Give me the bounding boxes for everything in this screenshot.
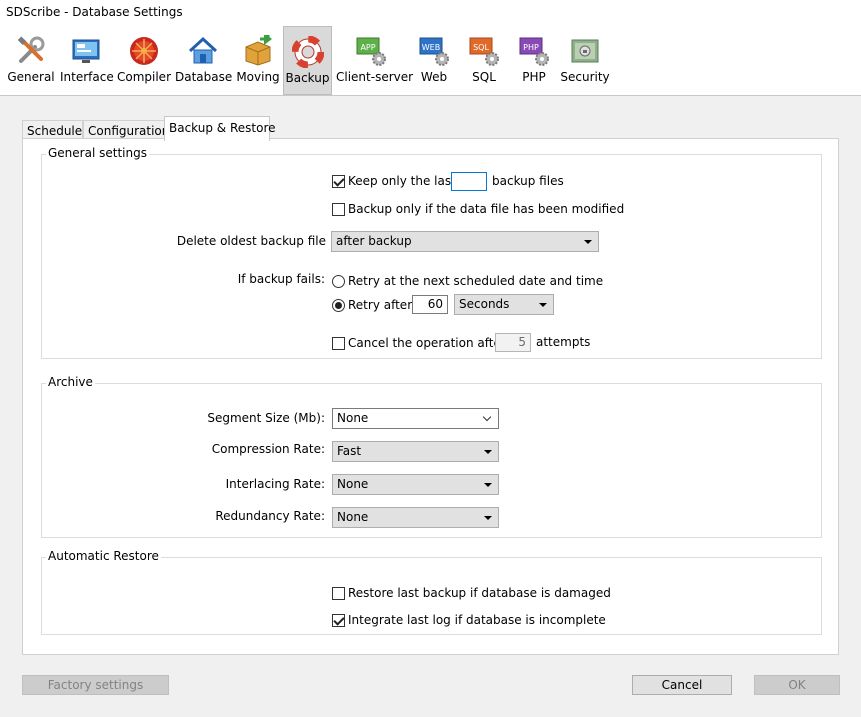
- cancel-after-label: Cancel the operation after: [348, 336, 506, 350]
- tab-scheduler[interactable]: Scheduler: [22, 120, 87, 140]
- only-modified-checkbox[interactable]: [332, 203, 345, 216]
- app-gear-icon: APP: [356, 37, 386, 66]
- toolbar-database[interactable]: Database: [175, 26, 233, 95]
- toolbar-security[interactable]: Security: [560, 26, 610, 95]
- interlacing-rate-select[interactable]: None: [332, 474, 499, 495]
- keep-last-checkbox[interactable]: [332, 175, 345, 188]
- cancel-attempts-suffix: attempts: [536, 335, 591, 349]
- toolbar-label: Backup: [285, 71, 330, 85]
- cancel-button[interactable]: Cancel: [632, 675, 732, 695]
- group-title: Archive: [46, 375, 95, 389]
- dropdown-arrow-icon: [484, 450, 492, 454]
- tab-backup-restore[interactable]: Backup & Restore: [164, 116, 276, 141]
- toolbar-web[interactable]: WEB Web: [412, 26, 456, 95]
- moving-box-icon: [245, 35, 272, 66]
- select-value: after backup: [336, 234, 412, 248]
- segment-size-label: Segment Size (Mb):: [207, 411, 325, 425]
- php-gear-icon: PHP: [519, 37, 549, 66]
- retry-unit-select[interactable]: Seconds: [454, 294, 554, 315]
- security-icon: [571, 39, 599, 63]
- select-value: Fast: [337, 444, 362, 458]
- toolbar-interface[interactable]: Interface: [60, 26, 114, 95]
- group-title: General settings: [46, 146, 149, 160]
- toolbar-label: Database: [175, 70, 233, 84]
- toolbar-label: SQL: [472, 70, 496, 84]
- toolbar-label: Interface: [60, 70, 114, 84]
- toolbar-label: Security: [560, 70, 610, 84]
- window-title: SDScribe - Database Settings: [6, 5, 183, 19]
- toolbar-compiler[interactable]: Compiler: [115, 26, 173, 95]
- group-general-settings: General settings Keep only the last back…: [41, 146, 822, 359]
- select-value: Seconds: [459, 297, 510, 311]
- cancel-attempts-input[interactable]: 5: [495, 333, 531, 352]
- dropdown-arrow-icon: [539, 303, 547, 307]
- interface-icon: [72, 39, 100, 63]
- tab-label: Backup & Restore: [169, 121, 276, 135]
- select-value: None: [337, 411, 369, 425]
- redundancy-rate-select[interactable]: None: [332, 507, 499, 528]
- select-value: None: [337, 477, 369, 491]
- restore-damaged-label: Restore last backup if database is damag…: [348, 586, 611, 600]
- tab-label: Configuration: [88, 124, 170, 138]
- toolbar-label: General: [7, 70, 55, 84]
- toolbar-php[interactable]: PHP PHP: [512, 26, 556, 95]
- retry-next-radio[interactable]: [332, 275, 345, 288]
- integrate-log-label: Integrate last log if database is incomp…: [348, 613, 606, 627]
- compiler-icon: [130, 37, 158, 65]
- database-house-icon: [188, 36, 218, 64]
- redundancy-rate-label: Redundancy Rate:: [215, 509, 325, 523]
- retry-after-input[interactable]: 60: [412, 295, 448, 314]
- tab-label: Scheduler: [27, 124, 88, 138]
- ok-button[interactable]: OK: [754, 675, 840, 695]
- compression-rate-label: Compression Rate:: [211, 442, 325, 456]
- settings-toolbar: General Interface Compiler Database Movi…: [0, 26, 861, 96]
- toolbar-general[interactable]: General: [4, 26, 58, 95]
- toolbar-label: Web: [420, 70, 448, 84]
- only-modified-label: Backup only if the data file has been mo…: [348, 202, 625, 216]
- select-value: None: [337, 510, 369, 524]
- delete-oldest-select[interactable]: after backup: [331, 231, 599, 252]
- delete-oldest-label: Delete oldest backup file: [176, 234, 326, 248]
- title-bar: SDScribe - Database Settings: [0, 0, 861, 26]
- segment-size-select[interactable]: None: [332, 408, 499, 429]
- group-archive: Archive Segment Size (Mb): None Compress…: [41, 375, 822, 538]
- retry-next-label: Retry at the next scheduled date and tim…: [348, 274, 604, 288]
- svg-text:APP: APP: [360, 43, 375, 52]
- sql-gear-icon: SQL: [469, 37, 499, 66]
- retry-after-label: Retry after: [348, 298, 413, 312]
- dropdown-arrow-icon: [484, 483, 492, 487]
- keep-last-label: Keep only the last: [348, 174, 456, 188]
- toolbar-sql[interactable]: SQL SQL: [462, 26, 506, 95]
- svg-text:PHP: PHP: [523, 43, 539, 52]
- toolbar-label: Compiler: [116, 70, 171, 84]
- toolbar-client-server[interactable]: APP Client-server: [336, 26, 414, 95]
- toolbar-backup[interactable]: Backup: [283, 26, 332, 95]
- chevron-down-icon: [482, 412, 492, 422]
- if-fails-label: If backup fails:: [237, 272, 325, 286]
- compression-rate-select[interactable]: Fast: [332, 441, 499, 462]
- svg-text:SQL: SQL: [473, 43, 489, 52]
- svg-text:WEB: WEB: [422, 43, 440, 52]
- cancel-after-checkbox[interactable]: [332, 337, 345, 350]
- group-title: Automatic Restore: [46, 549, 161, 563]
- dropdown-arrow-icon: [484, 516, 492, 520]
- lifebuoy-icon: [291, 36, 324, 68]
- web-gear-icon: WEB: [419, 37, 449, 66]
- interlacing-rate-label: Interlacing Rate:: [225, 477, 325, 491]
- restore-damaged-checkbox[interactable]: [332, 587, 345, 600]
- factory-settings-button[interactable]: Factory settings: [22, 675, 169, 695]
- keep-last-input[interactable]: [451, 172, 487, 191]
- dropdown-arrow-icon: [584, 240, 592, 244]
- tools-icon: [17, 36, 45, 63]
- tab-configuration[interactable]: Configuration: [83, 120, 169, 140]
- retry-after-radio[interactable]: [332, 299, 345, 312]
- keep-last-suffix: backup files: [492, 174, 564, 188]
- toolbar-label: Moving: [236, 70, 280, 84]
- toolbar-label: PHP: [522, 70, 546, 84]
- toolbar-moving[interactable]: Moving: [233, 26, 283, 95]
- tab-panel-backup-restore: General settings Keep only the last back…: [22, 138, 839, 655]
- toolbar-label: Client-server: [336, 70, 414, 84]
- group-automatic-restore: Automatic Restore Restore last backup if…: [41, 549, 822, 635]
- integrate-log-checkbox[interactable]: [332, 614, 345, 627]
